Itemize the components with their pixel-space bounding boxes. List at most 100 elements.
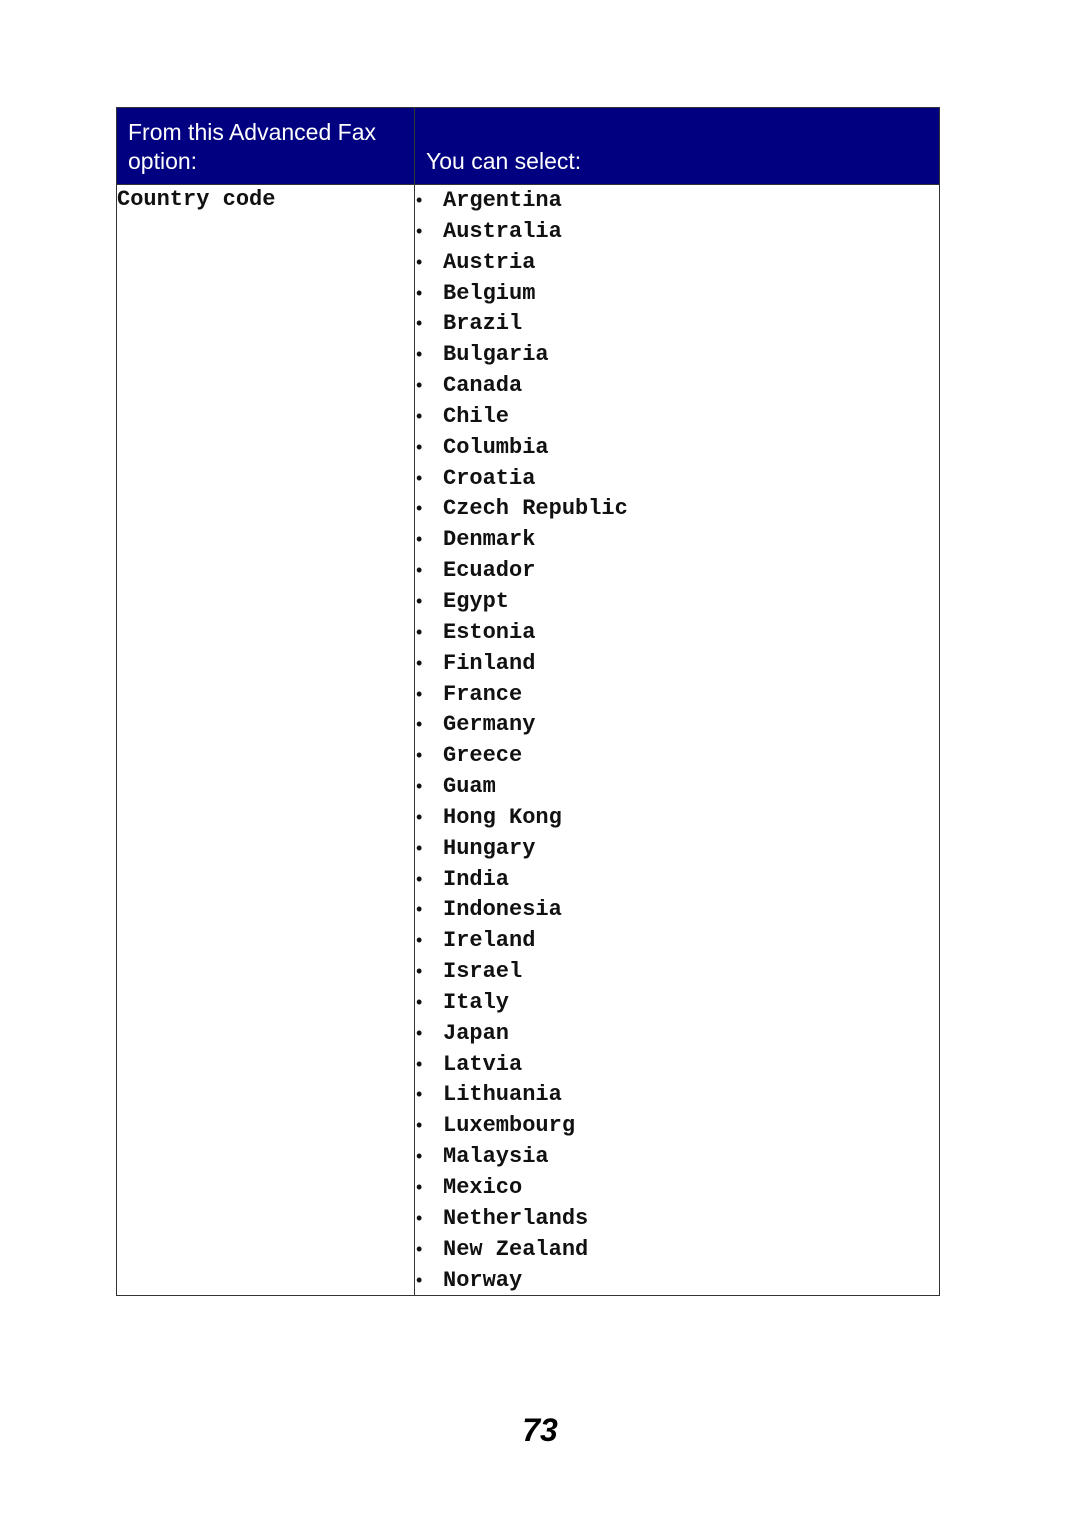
list-item: • Croatia	[415, 463, 939, 494]
list-item: • Guam	[415, 771, 939, 802]
table-row: Country code • Argentina • Australia • Austri…	[116, 183, 940, 1297]
list-item: • Argentina	[415, 185, 939, 216]
country-name: Canada	[443, 373, 523, 399]
list-item: • Hong Kong	[415, 802, 939, 833]
list-item: • Denmark	[415, 524, 939, 555]
country-name: Egypt	[443, 588, 510, 614]
list-item: • Austria	[415, 247, 939, 278]
list-item: • Finland	[415, 648, 939, 679]
country-name: Hungary	[443, 835, 536, 861]
country-name: Latvia	[443, 1051, 523, 1077]
country-name: Indonesia	[443, 897, 562, 923]
bullet-icon: •	[416, 405, 423, 426]
bullet-icon: •	[416, 313, 423, 334]
bullet-icon: •	[416, 930, 423, 951]
bullet-icon: •	[416, 467, 423, 488]
country-name: Croatia	[443, 465, 536, 491]
bullet-icon: •	[416, 282, 423, 303]
bullet-icon: •	[416, 344, 423, 365]
list-item: • Estonia	[415, 617, 939, 648]
header-values-label: You can select:	[426, 148, 582, 174]
country-name: Ireland	[443, 928, 536, 954]
country-name: Luxembourg	[443, 1113, 576, 1139]
list-item: • New Zealand	[415, 1234, 939, 1265]
list-item: • Indonesia	[415, 894, 939, 925]
bullet-icon: •	[416, 621, 423, 642]
list-item: • Lithuania	[415, 1079, 939, 1110]
country-name: Malaysia	[443, 1144, 549, 1170]
bullet-icon: •	[416, 1146, 423, 1167]
country-name: Argentina	[443, 188, 562, 213]
country-name: New Zealand	[443, 1236, 589, 1262]
bullet-icon: •	[416, 776, 423, 797]
country-name: Czech Republic	[443, 496, 628, 522]
country-name: Bulgaria	[443, 342, 549, 368]
bullet-icon: •	[416, 745, 423, 766]
country-name: Belgium	[443, 280, 536, 306]
advanced-fax-options-table: From this Advanced Fax option: You can s…	[116, 107, 940, 1297]
country-name: Ecuador	[443, 558, 536, 584]
bullet-icon: •	[416, 436, 423, 457]
list-item: • Egypt	[415, 586, 939, 617]
bullet-icon: •	[416, 190, 423, 210]
option-cell: Country code	[116, 183, 415, 1297]
bullet-icon: •	[416, 590, 423, 611]
list-item: • Italy	[415, 987, 939, 1018]
country-name: Italy	[443, 989, 510, 1015]
country-name: Estonia	[443, 619, 536, 645]
country-name: Brazil	[443, 311, 523, 337]
bullet-icon: •	[416, 714, 423, 735]
bullet-icon: •	[416, 1207, 423, 1228]
list-item: • Japan	[415, 1018, 939, 1049]
bullet-icon: •	[416, 683, 423, 704]
country-list: • Argentina • Australia • Austria • Belgium • Bra…	[415, 185, 939, 1295]
country-name: Chile	[443, 403, 510, 429]
bullet-icon: •	[416, 375, 423, 396]
bullet-icon: •	[416, 1053, 423, 1074]
table-header-row: From this Advanced Fax option: You can s…	[116, 107, 940, 185]
bullet-icon: •	[416, 868, 423, 889]
list-item: • Netherlands	[415, 1203, 939, 1234]
bullet-icon: •	[416, 560, 423, 581]
list-item: • Columbia	[415, 432, 939, 463]
country-name: Mexico	[443, 1175, 523, 1200]
bullet-icon: •	[416, 806, 423, 827]
list-item: • Germany	[415, 709, 939, 740]
country-name: Lithuania	[443, 1082, 562, 1108]
list-item: • India	[415, 864, 939, 895]
country-name: Austria	[443, 249, 536, 275]
country-name: Germany	[443, 712, 536, 738]
list-item: • Brazil	[415, 308, 939, 339]
bullet-icon: •	[416, 1177, 423, 1197]
list-item: • France	[415, 679, 939, 710]
list-item: • Canada	[415, 370, 939, 401]
list-item: • Greece	[415, 740, 939, 771]
country-name: Japan	[443, 1020, 510, 1046]
bullet-icon: •	[416, 1115, 423, 1136]
bullet-icon: •	[416, 1022, 423, 1043]
country-name: Guam	[443, 774, 496, 800]
list-item: • Luxembourg	[415, 1110, 939, 1141]
list-item: • Bulgaria	[415, 339, 939, 370]
bullet-icon: •	[416, 220, 423, 241]
bullet-icon: •	[416, 961, 423, 982]
list-item: • Ireland	[415, 925, 939, 956]
list-item: • Australia	[415, 216, 939, 247]
list-item: • Malaysia	[415, 1141, 939, 1172]
bullet-icon: •	[416, 1269, 423, 1290]
header-values-column: You can select:	[414, 107, 940, 185]
bullet-icon: •	[416, 498, 423, 519]
list-item: • Ecuador	[415, 555, 939, 586]
list-item: • Belgium	[415, 278, 939, 309]
bullet-icon: •	[416, 991, 423, 1012]
country-name: Israel	[443, 959, 523, 985]
list-item: • Czech Republic	[415, 493, 939, 524]
country-name: Denmark	[443, 527, 536, 553]
list-item: • Norway	[415, 1265, 939, 1296]
country-name: India	[443, 866, 510, 892]
bullet-icon: •	[416, 1084, 423, 1105]
country-name: Norway	[443, 1267, 523, 1293]
country-name: Columbia	[443, 434, 549, 460]
list-item: • Israel	[415, 956, 939, 987]
values-cell: • Argentina • Australia • Austria • Belgium • Bra…	[414, 183, 940, 1297]
